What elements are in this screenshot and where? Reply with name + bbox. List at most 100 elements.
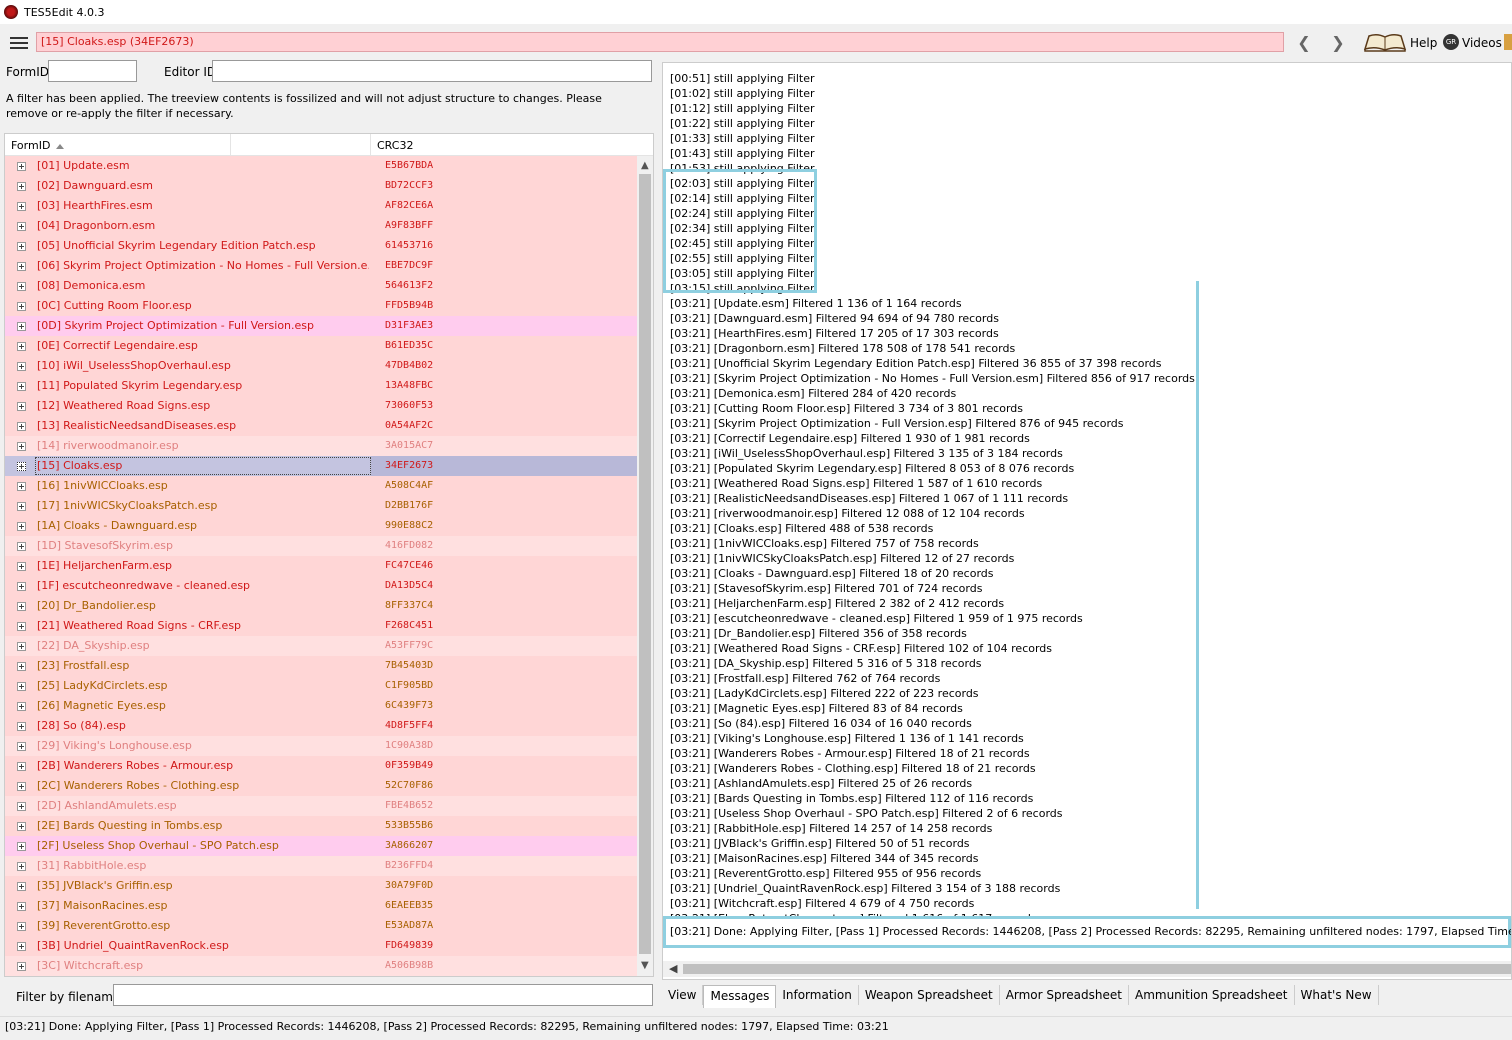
tab-messages[interactable]: Messages: [703, 985, 777, 1008]
column-header-formid[interactable]: FormID: [5, 134, 231, 156]
expand-plus-icon[interactable]: [17, 222, 26, 231]
tree-row[interactable]: [04] Dragonborn.esm A9F83BFF: [5, 216, 637, 236]
expand-plus-icon[interactable]: [17, 782, 26, 791]
expand-plus-icon[interactable]: [17, 422, 26, 431]
expand-plus-icon[interactable]: [17, 842, 26, 851]
tree-row[interactable]: [22] DA_Skyship.esp A53FF79C: [5, 636, 637, 656]
expand-plus-icon[interactable]: [17, 502, 26, 511]
column-header-crc32[interactable]: CRC32: [371, 134, 653, 156]
tree-row[interactable]: [11] Populated Skyrim Legendary.esp 13A48…: [5, 376, 637, 396]
expand-plus-icon[interactable]: [17, 802, 26, 811]
tab-weapon-spreadsheet[interactable]: Weapon Spreadsheet: [859, 985, 1000, 1005]
tree-row[interactable]: [31] RabbitHole.esp B236FFD4: [5, 856, 637, 876]
expand-plus-icon[interactable]: [17, 322, 26, 331]
plugin-tree[interactable]: FormID CRC32 [01] Update.esm E5B67BDA [02]…: [4, 133, 654, 977]
tab-armor-spreadsheet[interactable]: Armor Spreadsheet: [1000, 985, 1129, 1005]
tree-row[interactable]: [08] Demonica.esm 564613F2: [5, 276, 637, 296]
videos-icon[interactable]: GR: [1443, 34, 1459, 50]
tree-row[interactable]: [2F] Useless Shop Overhaul - SPO Patch.e…: [5, 836, 637, 856]
tree-vertical-scrollbar[interactable]: ▲ ▼: [637, 156, 653, 976]
tree-row[interactable]: [0E] Correctif Legendaire.esp B61ED35C: [5, 336, 637, 356]
tab-what-s-new[interactable]: What's New: [1295, 985, 1379, 1005]
log-scroll-thumb[interactable]: [683, 964, 1511, 974]
forward-arrow-icon[interactable]: ❯: [1328, 33, 1348, 52]
tree-row[interactable]: [14] riverwoodmanoir.esp 3A015AC7: [5, 436, 637, 456]
expand-plus-icon[interactable]: [17, 202, 26, 211]
tree-row[interactable]: [16] 1nivWICCloaks.esp A508C4AF: [5, 476, 637, 496]
tree-row[interactable]: [10] iWil_UselessShopOverhaul.esp 47DB4B0…: [5, 356, 637, 376]
tree-row[interactable]: [2C] Wanderers Robes - Clothing.esp 52C70…: [5, 776, 637, 796]
expand-plus-icon[interactable]: [17, 582, 26, 591]
expand-plus-icon[interactable]: [17, 402, 26, 411]
tree-row[interactable]: [06] Skyrim Project Optimization - No Ho…: [5, 256, 637, 276]
expand-plus-icon[interactable]: [17, 162, 26, 171]
formid-input[interactable]: [48, 60, 137, 82]
tree-row[interactable]: [03] HearthFires.esm AF82CE6A: [5, 196, 637, 216]
tree-row[interactable]: [20] Dr_Bandolier.esp 8FF337C4: [5, 596, 637, 616]
hamburger-menu-icon[interactable]: [10, 37, 28, 49]
tab-ammunition-spreadsheet[interactable]: Ammunition Spreadsheet: [1129, 985, 1295, 1005]
messages-log[interactable]: [00:51] still applying Filter [01:02] sti…: [662, 62, 1512, 980]
tree-row[interactable]: [37] MaisonRacines.esp 6EAEEB35: [5, 896, 637, 916]
expand-plus-icon[interactable]: [17, 462, 26, 471]
log-horizontal-scrollbar[interactable]: ◀: [663, 961, 1511, 977]
expand-plus-icon[interactable]: [17, 822, 26, 831]
expand-plus-icon[interactable]: [17, 722, 26, 731]
column-header-blank[interactable]: [231, 134, 371, 156]
videos-button[interactable]: Videos: [1462, 36, 1502, 50]
tree-row[interactable]: [26] Magnetic Eyes.esp 6C439F73: [5, 696, 637, 716]
expand-plus-icon[interactable]: [17, 182, 26, 191]
expand-plus-icon[interactable]: [17, 242, 26, 251]
tab-view[interactable]: View: [662, 985, 704, 1005]
tree-row[interactable]: [23] Frostfall.esp 7B45403D: [5, 656, 637, 676]
tree-row[interactable]: [28] So (84).esp 4D8F5FF4: [5, 716, 637, 736]
current-path-field[interactable]: [15] Cloaks.esp (34EF2673): [36, 32, 1284, 52]
expand-plus-icon[interactable]: [17, 762, 26, 771]
tree-row[interactable]: [29] Viking's Longhouse.esp 1C90A38D: [5, 736, 637, 756]
expand-plus-icon[interactable]: [17, 382, 26, 391]
tree-row[interactable]: [1F] escutcheonredwave - cleaned.esp DA13…: [5, 576, 637, 596]
expand-plus-icon[interactable]: [17, 562, 26, 571]
tree-row[interactable]: [1A] Cloaks - Dawnguard.esp 990E88C2: [5, 516, 637, 536]
tree-row[interactable]: [1D] StavesofSkyrim.esp 416FD082: [5, 536, 637, 556]
expand-plus-icon[interactable]: [17, 482, 26, 491]
tree-row[interactable]: [13] RealisticNeedsandDiseases.esp 0A54AF…: [5, 416, 637, 436]
tree-row[interactable]: [15] Cloaks.esp 34EF2673: [5, 456, 637, 476]
expand-plus-icon[interactable]: [17, 302, 26, 311]
expand-plus-icon[interactable]: [17, 362, 26, 371]
expand-plus-icon[interactable]: [17, 522, 26, 531]
tree-row[interactable]: [02] Dawnguard.esm BD72CCF3: [5, 176, 637, 196]
expand-plus-icon[interactable]: [17, 922, 26, 931]
tree-row[interactable]: [0D] Skyrim Project Optimization - Full …: [5, 316, 637, 336]
expand-plus-icon[interactable]: [17, 642, 26, 651]
expand-plus-icon[interactable]: [17, 662, 26, 671]
tree-row[interactable]: [21] Weathered Road Signs - CRF.esp F268C…: [5, 616, 637, 636]
tree-row[interactable]: [2D] AshlandAmulets.esp FBE4B652: [5, 796, 637, 816]
tree-row[interactable]: [3B] Undriel_QuaintRavenRock.esp FD649839: [5, 936, 637, 956]
extra-toolbar-icon[interactable]: [1504, 34, 1512, 50]
expand-plus-icon[interactable]: [17, 862, 26, 871]
expand-plus-icon[interactable]: [17, 942, 26, 951]
tree-row[interactable]: [35] JVBlack's Griffin.esp 30A79F0D: [5, 876, 637, 896]
tree-row[interactable]: [12] Weathered Road Signs.esp 73060F53: [5, 396, 637, 416]
tree-row[interactable]: [3C] Witchcraft.esp A506B98B: [5, 956, 637, 976]
expand-plus-icon[interactable]: [17, 682, 26, 691]
tree-row[interactable]: [2B] Wanderers Robes - Armour.esp 0F359B4…: [5, 756, 637, 776]
expand-plus-icon[interactable]: [17, 962, 26, 971]
tree-row[interactable]: [17] 1nivWICSkyCloaksPatch.esp D2BB176F: [5, 496, 637, 516]
expand-plus-icon[interactable]: [17, 342, 26, 351]
help-button[interactable]: Help: [1410, 36, 1437, 50]
expand-plus-icon[interactable]: [17, 602, 26, 611]
tree-row[interactable]: [0C] Cutting Room Floor.esp FFD5B94B: [5, 296, 637, 316]
expand-plus-icon[interactable]: [17, 262, 26, 271]
tree-row[interactable]: [25] LadyKdCirclets.esp C1F905BD: [5, 676, 637, 696]
tree-row[interactable]: [01] Update.esm E5B67BDA: [5, 156, 637, 176]
expand-plus-icon[interactable]: [17, 882, 26, 891]
tree-row[interactable]: [05] Unofficial Skyrim Legendary Edition…: [5, 236, 637, 256]
tab-information[interactable]: Information: [776, 985, 859, 1005]
filter-by-filename-input[interactable]: [113, 984, 653, 1006]
scroll-down-icon[interactable]: ▼: [641, 960, 649, 971]
tree-row[interactable]: [2E] Bards Questing in Tombs.esp 533B55B6: [5, 816, 637, 836]
expand-plus-icon[interactable]: [17, 902, 26, 911]
expand-plus-icon[interactable]: [17, 702, 26, 711]
